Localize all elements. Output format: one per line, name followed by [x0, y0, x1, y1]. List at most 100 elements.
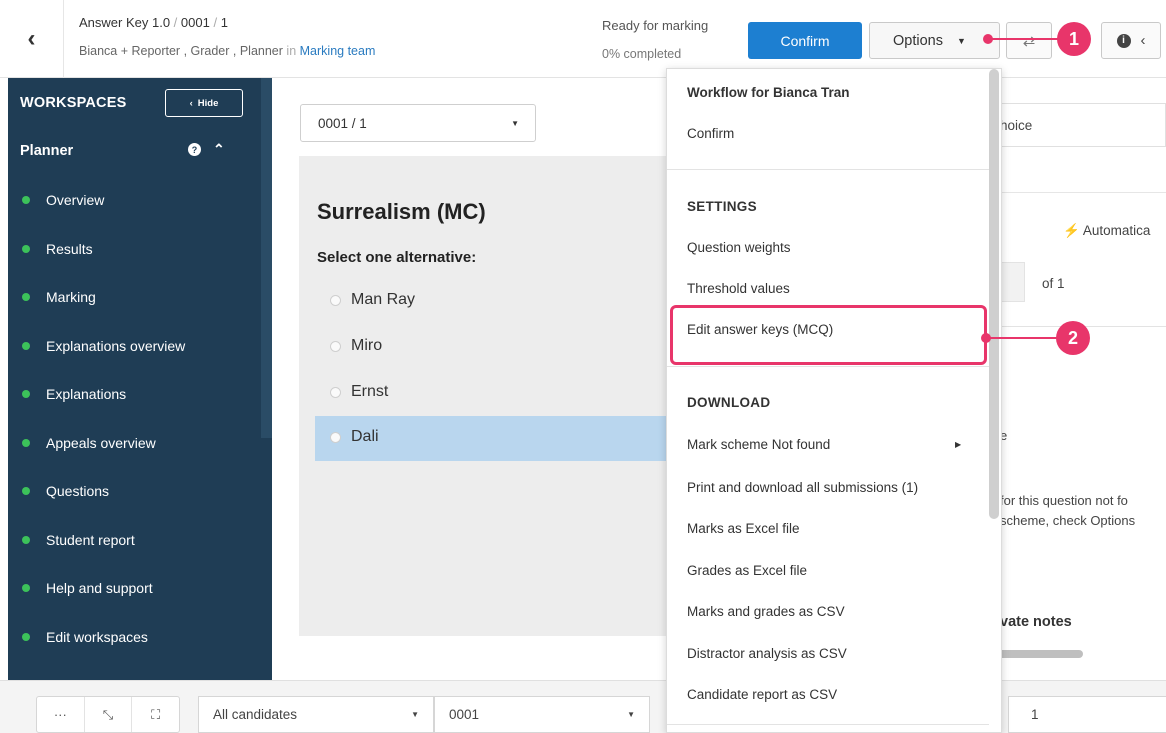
candidate-id-select[interactable]: 0001 ▼	[434, 696, 650, 733]
caret-down-icon: ▼	[411, 710, 419, 719]
status-dot-icon	[22, 487, 30, 495]
swap-button[interactable]: ⇄	[1006, 22, 1052, 59]
status-dot-icon	[22, 390, 30, 398]
status-dot-icon	[22, 584, 30, 592]
caret-down-icon: ▼	[627, 710, 635, 719]
help-icon[interactable]: ?	[188, 143, 201, 156]
menu-item-distractor-csv[interactable]: Distractor analysis as CSV	[687, 646, 847, 661]
hide-sidebar-button[interactable]: ‹ Hide	[165, 89, 243, 117]
menu-item-marks-grades-csv[interactable]: Marks and grades as CSV	[687, 604, 845, 619]
menu-divider	[667, 366, 989, 367]
panel-text: scheme, check Options	[1000, 513, 1136, 528]
settings-heading: SETTINGS	[687, 199, 757, 214]
sidebar-item-student-report[interactable]: Student report	[22, 532, 135, 548]
workflow-heading: Workflow for Bianca Tran	[687, 85, 850, 100]
private-notes-label: vate notes	[1000, 614, 1072, 630]
status-dot-icon	[22, 439, 30, 447]
answer-option-selected[interactable]: Dali	[330, 428, 379, 446]
radio-icon	[330, 340, 341, 352]
sidebar-scrollbar[interactable]	[261, 78, 272, 438]
breadcrumb-part: 0001	[180, 15, 210, 30]
question-select[interactable]: 0001 / 1 ▼	[300, 104, 536, 142]
status-dot-icon	[22, 293, 30, 301]
workspaces-title: WORKSPACES	[20, 95, 127, 111]
radio-icon	[330, 431, 341, 443]
sidebar-item-questions[interactable]: Questions	[22, 483, 109, 499]
question-title: Surrealism (MC)	[317, 199, 486, 224]
swap-arrows-icon: ⇄	[1022, 32, 1036, 50]
menu-divider	[667, 169, 989, 170]
sidebar-item-help-and-support[interactable]: Help and support	[22, 580, 153, 596]
caret-down-icon: ▼	[956, 35, 966, 46]
callout-badge-2: 2	[1056, 321, 1090, 355]
options-button[interactable]: Options ▼	[869, 22, 1000, 59]
more-icon: ···	[53, 707, 67, 722]
info-toggle-button[interactable]: i ‹	[1101, 22, 1161, 59]
info-icon: i	[1116, 33, 1131, 48]
status-dot-icon	[22, 536, 30, 544]
fullscreen-icon: ⛶	[151, 706, 161, 722]
question-prompt: Select one alternative:	[317, 249, 477, 266]
sidebar-item-explanations[interactable]: Explanations	[22, 386, 126, 402]
answer-type-select[interactable]: hoice	[995, 103, 1166, 147]
radio-icon	[330, 294, 341, 306]
team-link[interactable]: Marking team	[300, 44, 376, 58]
candidates-select[interactable]: All candidates ▼	[198, 696, 434, 733]
chevron-left-icon: ‹	[1140, 32, 1146, 49]
menu-item-threshold-values[interactable]: Threshold values	[687, 281, 790, 296]
menu-item-question-weights[interactable]: Question weights	[687, 240, 791, 255]
status-text: Ready for marking	[602, 18, 709, 33]
answer-option[interactable]: Ernst	[330, 383, 388, 401]
menu-item-print-submissions[interactable]: Print and download all submissions (1)	[687, 480, 918, 495]
sidebar-item-explanations-overview[interactable]: Explanations overview	[22, 338, 185, 354]
sidebar-item-edit-workspaces[interactable]: Edit workspaces	[22, 629, 148, 645]
page-number-input[interactable]: 1	[1008, 696, 1166, 733]
radio-icon	[330, 386, 341, 398]
planner-controls: ? ⌃	[188, 141, 225, 158]
answer-option[interactable]: Miro	[330, 337, 382, 355]
menu-item-candidate-report-csv[interactable]: Candidate report as CSV	[687, 687, 837, 702]
menu-divider	[667, 724, 989, 725]
menu-item-confirm[interactable]: Confirm	[687, 126, 734, 141]
horizontal-scrollbar[interactable]	[995, 650, 1083, 658]
shrink-button[interactable]: ⤡	[85, 697, 133, 732]
fullscreen-button[interactable]: ⛶	[132, 697, 179, 732]
caret-right-icon: ▶	[955, 440, 962, 449]
chevron-left-icon: ‹	[189, 97, 193, 109]
download-heading: DOWNLOAD	[687, 395, 771, 410]
options-label: Options	[893, 32, 943, 49]
caret-down-icon: ▼	[511, 118, 519, 128]
chevron-up-icon[interactable]: ⌃	[213, 141, 225, 158]
view-controls: ··· ⤡ ⛶	[36, 696, 180, 733]
progress-text: 0% completed	[602, 47, 682, 61]
lightning-icon: ⚡	[1063, 223, 1080, 238]
breadcrumb-title: Answer Key 1.0	[79, 15, 171, 30]
status-dot-icon	[22, 342, 30, 350]
divider	[995, 192, 1166, 193]
status-dot-icon	[22, 196, 30, 204]
sidebar-item-results[interactable]: Results	[22, 241, 93, 257]
workspace-sidebar: WORKSPACES ‹ Hide Planner ? ⌃ Overview R…	[8, 78, 272, 680]
marking-panel	[995, 326, 1166, 656]
callout-line	[990, 38, 1062, 40]
callout-badge-1: 1	[1057, 22, 1091, 56]
sidebar-item-overview[interactable]: Overview	[22, 192, 104, 208]
chevron-left-icon: ‹	[27, 25, 36, 52]
more-button[interactable]: ···	[37, 697, 85, 732]
menu-item-marks-excel[interactable]: Marks as Excel file	[687, 521, 800, 536]
callout-line	[988, 337, 1060, 339]
planner-section-title[interactable]: Planner	[20, 143, 73, 159]
answer-option[interactable]: Man Ray	[330, 291, 415, 309]
auto-marking-label[interactable]: ⚡ Automatica	[1063, 223, 1150, 239]
sidebar-item-marking[interactable]: Marking	[22, 289, 96, 305]
page-count: of 1	[1042, 276, 1065, 291]
role-line: Bianca + Reporter , Grader , Planner in …	[79, 44, 376, 58]
sidebar-item-appeals-overview[interactable]: Appeals overview	[22, 435, 156, 451]
menu-item-mark-scheme[interactable]: Mark scheme Not found	[687, 437, 830, 452]
confirm-button[interactable]: Confirm	[748, 22, 862, 59]
options-menu: Workflow for Bianca Tran Confirm SETTING…	[666, 68, 1002, 733]
status-dot-icon	[22, 245, 30, 253]
menu-scrollbar[interactable]	[989, 69, 999, 519]
back-button[interactable]: ‹	[0, 0, 64, 78]
menu-item-grades-excel[interactable]: Grades as Excel file	[687, 563, 807, 578]
